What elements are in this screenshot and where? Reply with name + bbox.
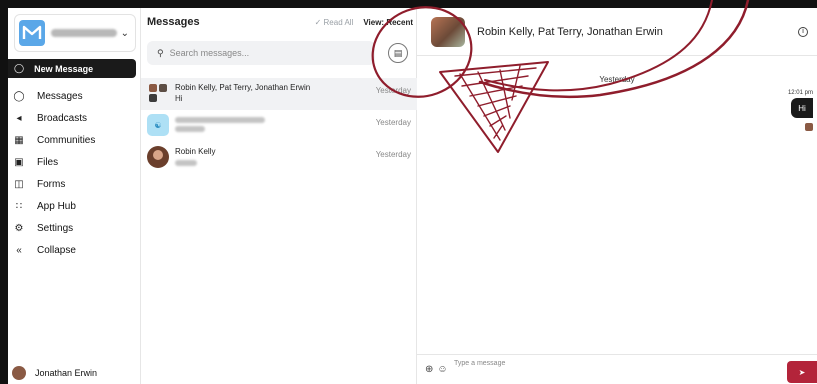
send-icon: ➤ [798, 367, 806, 377]
user-name: Jonathan Erwin [35, 368, 98, 378]
community-avatar: ☯ [147, 114, 169, 136]
send-button[interactable]: ➤ [787, 361, 817, 383]
list-item[interactable]: ☯ Yesterday [141, 110, 417, 142]
conversation-list: Robin Kelly, Pat Terry, Jonathan Erwin H… [141, 78, 417, 174]
app-window: ⌄ ◯ New Message ◯ Messages ◂ Broadcasts … [8, 8, 817, 384]
double-chevron-left-icon: « [16, 244, 22, 256]
sidebar-item-messages[interactable]: ◯ Messages [8, 85, 141, 107]
view-value: Recent [386, 17, 413, 27]
organization-switcher[interactable]: ⌄ [14, 14, 136, 52]
sidebar-item-collapse[interactable]: « Collapse [8, 239, 141, 261]
view-label: View: [363, 17, 385, 27]
emoji-icon[interactable]: ☺ [437, 364, 447, 375]
sidebar-item-label: Collapse [37, 244, 76, 256]
sidebar-item-label: Settings [37, 222, 74, 234]
message-composer: ⊕ ☺ Type a message ➤ [417, 354, 817, 384]
chat-header: Robin Kelly, Pat Terry, Jonathan Erwin i [417, 8, 817, 56]
new-message-button[interactable]: ◯ New Message [8, 59, 136, 78]
sidebar-item-forms[interactable]: ◫ Forms [8, 173, 141, 195]
gear-icon: ⚙ [14, 222, 24, 234]
chevron-down-icon: ⌄ [120, 27, 129, 39]
sidebar-item-communities[interactable]: ▦ Communities [8, 129, 141, 151]
read-all-button[interactable]: ✓ Read All [315, 18, 354, 27]
day-separator: Yesterday [599, 75, 635, 84]
sidebar-item-label: Broadcasts [37, 112, 88, 124]
search-icon: ⚲ [157, 47, 164, 58]
conversation-time: Yesterday [375, 118, 411, 127]
app-logo-icon [19, 20, 45, 46]
message-list-header: Messages ✓ Read All View: Recent [147, 14, 413, 30]
conversation-preview-redacted [175, 160, 197, 166]
folder-icon: ▣ [14, 156, 24, 168]
organization-name [51, 29, 117, 37]
avatar [805, 123, 813, 131]
new-message-label: New Message [34, 63, 94, 74]
conversation-time: Yesterday [375, 86, 411, 95]
filter-icon: ▤ [393, 47, 403, 58]
form-icon: ◫ [14, 178, 24, 190]
avatar [147, 146, 169, 168]
info-icon[interactable]: i [798, 26, 808, 37]
message-input[interactable]: Type a message [454, 358, 782, 382]
list-item[interactable]: Robin Kelly, Pat Terry, Jonathan Erwin H… [141, 78, 417, 110]
chat-title: Robin Kelly, Pat Terry, Jonathan Erwin [477, 25, 663, 38]
group-avatar [147, 82, 169, 104]
sidebar-item-label: Files [37, 156, 59, 168]
read-all-label: Read All [323, 17, 354, 27]
megaphone-icon: ◂ [16, 112, 22, 124]
message-list-panel: Messages ✓ Read All View: Recent ⚲ Searc… [141, 8, 417, 384]
chat-bubble-icon: ◯ [13, 90, 25, 102]
sidebar-item-broadcasts[interactable]: ◂ Broadcasts [8, 107, 141, 129]
search-input[interactable]: ⚲ Search messages... [147, 41, 375, 65]
group-avatar [431, 16, 465, 47]
sidebar-item-label: Forms [37, 178, 66, 190]
svg-text:☯: ☯ [154, 121, 161, 130]
sidebar-item-label: Messages [37, 90, 83, 102]
conversation-preview-redacted [175, 126, 205, 132]
conversation-time: Yesterday [375, 150, 411, 159]
sidebar-item-files[interactable]: ▣ Files [8, 151, 141, 173]
page-title: Messages [147, 16, 200, 28]
chat-panel: Robin Kelly, Pat Terry, Jonathan Erwin i… [417, 8, 817, 384]
sidebar: ⌄ ◯ New Message ◯ Messages ◂ Broadcasts … [8, 8, 141, 384]
message-bubble: Hi [791, 98, 813, 118]
sidebar-item-label: Communities [37, 134, 96, 146]
chat-bubble-icon: ◯ [14, 63, 25, 73]
search-placeholder: Search messages... [169, 48, 250, 58]
sidebar-item-settings[interactable]: ⚙ Settings [8, 217, 141, 239]
community-grid-icon: ▦ [14, 134, 24, 146]
avatar [12, 366, 26, 380]
sidebar-item-label: App Hub [37, 200, 76, 212]
list-item[interactable]: Robin Kelly Yesterday [141, 142, 417, 174]
add-attachment-icon[interactable]: ⊕ [425, 364, 433, 375]
conversation-name-redacted [175, 117, 265, 123]
sidebar-item-app-hub[interactable]: ∷ App Hub [8, 195, 141, 217]
app-hub-icon: ∷ [15, 200, 23, 212]
filter-button[interactable]: ▤ [388, 43, 408, 63]
sidebar-nav: ◯ Messages ◂ Broadcasts ▦ Communities ▣ … [8, 85, 141, 261]
current-user[interactable]: Jonathan Erwin [8, 362, 141, 384]
view-selector[interactable]: View: Recent [363, 18, 413, 27]
message-timestamp: 12:01 pm [787, 90, 813, 96]
